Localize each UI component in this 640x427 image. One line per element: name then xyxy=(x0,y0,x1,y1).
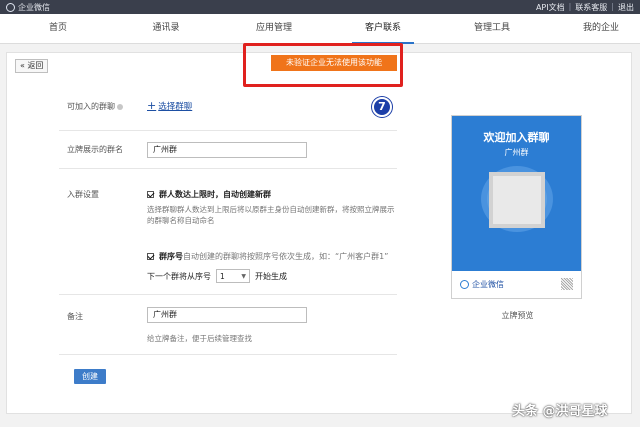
brand-name: 企业微信 xyxy=(18,2,50,12)
display-name-input[interactable]: 广州群 xyxy=(147,142,307,158)
small-qr-icon xyxy=(561,278,573,290)
row-join-settings: 入群设置 群人数达上限时，自动创建新群 选择群聊群人数达到上限后将以原群主身份自… xyxy=(59,169,397,295)
row-group: 可加入的群聊 + 选择群聊 xyxy=(59,87,397,131)
auto-create-label: 群人数达上限时，自动创建新群 xyxy=(159,190,271,199)
seq-desc: 自动创建的群聊将按照序号依次生成，如：“广州客户群1” xyxy=(183,252,389,261)
tab-contacts[interactable]: 通讯录 xyxy=(136,14,196,44)
checkbox-icon[interactable] xyxy=(147,253,154,260)
row-remark: 备注 广州群 给立牌备注，便于后续管理查找 xyxy=(59,295,397,355)
tab-app-management[interactable]: 应用管理 xyxy=(244,14,304,44)
tab-management-tools[interactable]: 管理工具 xyxy=(462,14,522,44)
plus-icon: + xyxy=(147,99,157,112)
select-group-link[interactable]: + 选择群聊 xyxy=(147,99,192,112)
watermark: 头条 @洪哥星球 xyxy=(512,404,608,419)
back-button[interactable]: « 返回 xyxy=(15,59,49,73)
tab-customer-contact[interactable]: 客户联系 xyxy=(352,14,414,44)
preview-footer: 企业微信 xyxy=(460,279,504,290)
auto-create-checkbox[interactable]: 群人数达上限时，自动创建新群 xyxy=(147,189,271,200)
top-bar: 企业微信 API文档 | 联系客服 | 退出 xyxy=(0,0,640,14)
remark-input[interactable]: 广州群 xyxy=(147,307,307,323)
help-icon[interactable] xyxy=(117,103,123,110)
next-seq-prefix: 下一个群将从序号 xyxy=(147,271,211,281)
preview-caption: 立牌预览 xyxy=(501,311,534,320)
seq-number-select[interactable]: 1 ▼ xyxy=(216,269,250,283)
seq-label: 群序号 xyxy=(159,252,183,261)
preview-brand: 企业微信 xyxy=(472,280,504,289)
display-name-label: 立牌展示的群名 xyxy=(67,145,123,154)
auto-create-desc: 选择群聊群人数达到上限后将以原群主身份自动创建新群，将按照立牌展示的群聊名称自动… xyxy=(147,205,395,225)
qr-code-placeholder xyxy=(489,172,545,228)
group-seq-checkbox[interactable]: 群序号自动创建的群聊将按照序号依次生成，如：“广州客户群1” xyxy=(147,251,388,262)
main-nav: 首页 通讯录 应用管理 客户联系 管理工具 我的企业 xyxy=(0,14,640,44)
next-seq-suffix: 开始生成 xyxy=(255,271,287,281)
checkbox-icon[interactable] xyxy=(147,191,154,198)
wecom-logo-icon xyxy=(6,2,15,12)
top-links: API文档 | 联系客服 | 退出 xyxy=(536,2,634,13)
create-button[interactable]: 创建 xyxy=(74,369,106,384)
preview-title: 欢迎加入群聊 xyxy=(483,131,550,144)
wecom-logo-icon xyxy=(460,280,469,289)
warning-highlight-box xyxy=(243,43,403,87)
api-docs-link[interactable]: API文档 xyxy=(536,2,565,13)
chevron-down-icon: ▼ xyxy=(241,272,246,280)
tab-home[interactable]: 首页 xyxy=(30,14,86,44)
next-seq-row: 下一个群将从序号 1 ▼ 开始生成 xyxy=(147,269,287,283)
row-display-name: 立牌展示的群名 广州群 xyxy=(59,131,397,169)
remark-label: 备注 xyxy=(67,312,83,321)
preview-subtitle: 广州群 xyxy=(504,148,529,157)
tab-my-company[interactable]: 我的企业 xyxy=(570,14,632,44)
link-separator: | xyxy=(568,1,572,11)
logout-link[interactable]: 退出 xyxy=(618,2,634,13)
form: 可加入的群聊 + 选择群聊 立牌展示的群名 广州群 入群设置 群人数达上限时，自动… xyxy=(59,87,397,355)
preview-panel: 欢迎加入群聊 广州群 企业微信 xyxy=(451,115,582,299)
group-label: 可加入的群聊 xyxy=(67,101,123,112)
preview-card: 欢迎加入群聊 广州群 xyxy=(452,116,581,271)
link-separator: | xyxy=(611,1,614,11)
join-settings-label: 入群设置 xyxy=(67,190,99,199)
remark-hint: 给立牌备注，便于后续管理查找 xyxy=(147,334,252,343)
contact-support-link[interactable]: 联系客服 xyxy=(575,2,607,13)
